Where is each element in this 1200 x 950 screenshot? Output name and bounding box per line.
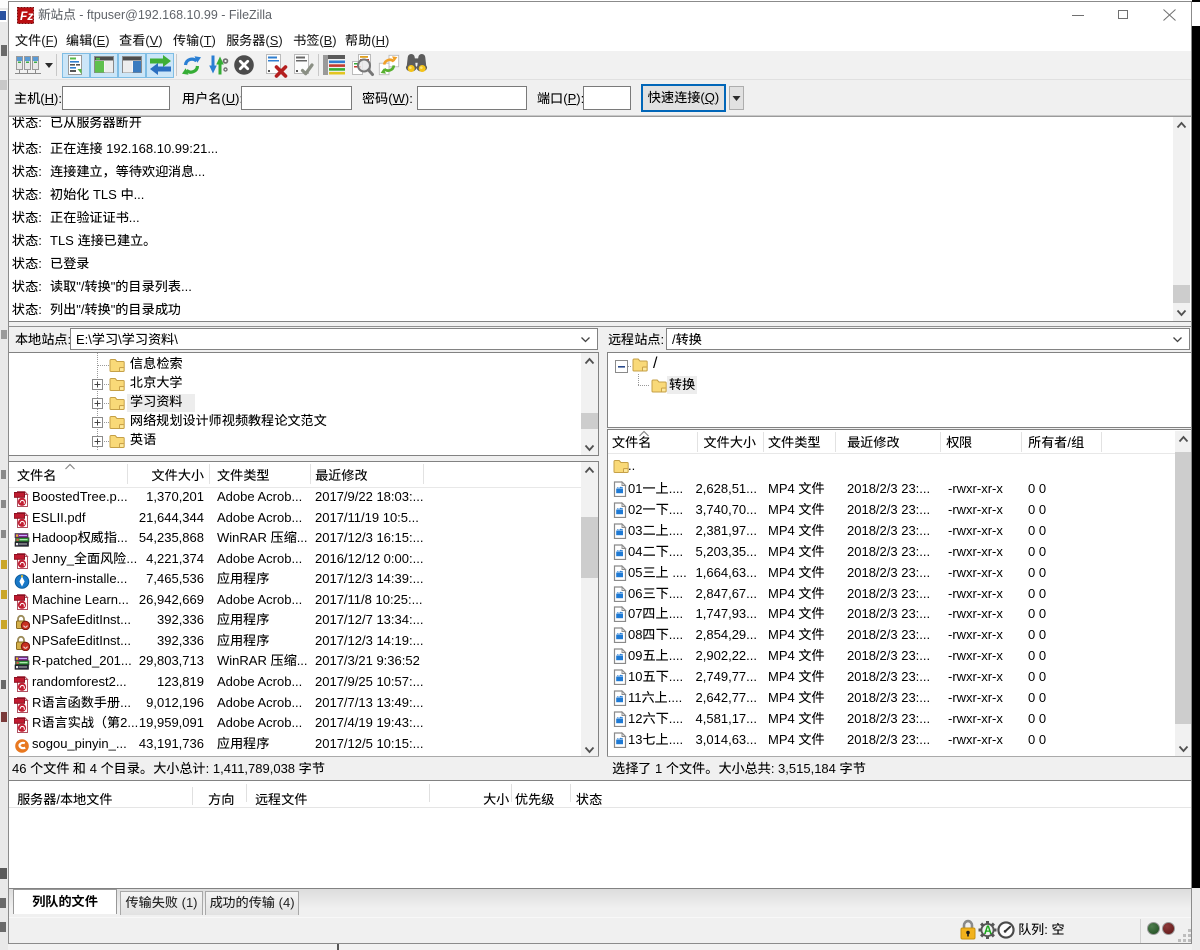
svg-text:A: A xyxy=(984,925,992,937)
svg-text:Fz: Fz xyxy=(20,9,33,23)
